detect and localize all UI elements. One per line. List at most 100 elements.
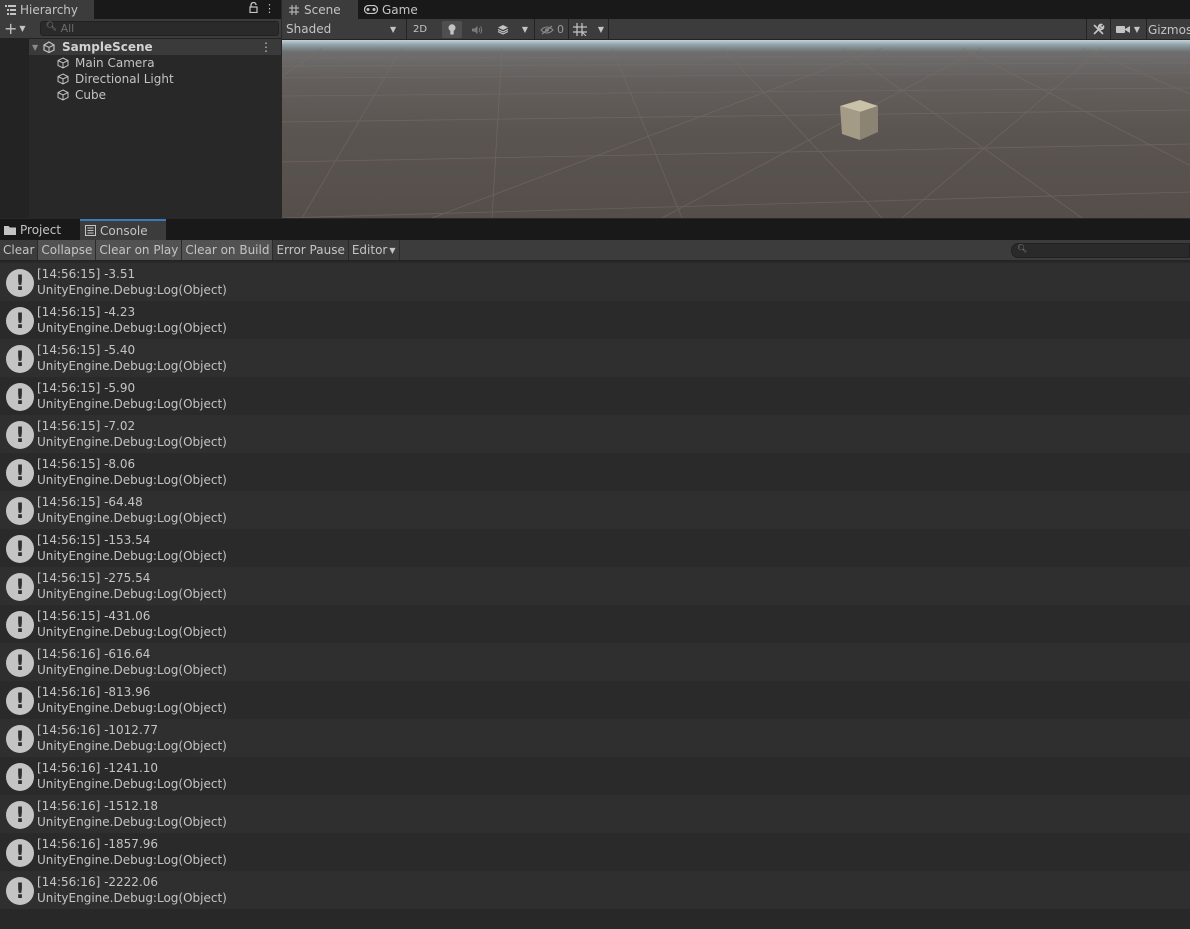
gamepad-icon bbox=[364, 4, 378, 16]
tab-game[interactable]: Game bbox=[358, 0, 430, 19]
clear-on-play-toggle[interactable]: Clear on Play bbox=[96, 240, 183, 260]
log-message: [14:56:16] -1512.18 bbox=[37, 799, 159, 813]
hierarchy-item[interactable]: Cube bbox=[57, 87, 106, 103]
hierarchy-item[interactable]: Directional Light bbox=[57, 71, 174, 87]
log-entry[interactable]: ! [14:56:15] -153.54 UnityEngine.Debug:Log… bbox=[0, 529, 1190, 567]
draw-mode-dropdown[interactable]: Shaded bbox=[286, 22, 331, 36]
log-message: [14:56:15] -64.48 bbox=[37, 495, 143, 509]
camera-settings-button[interactable] bbox=[1115, 21, 1131, 38]
info-exclamation-icon: ! bbox=[6, 877, 34, 905]
error-pause-toggle[interactable]: Error Pause bbox=[273, 240, 349, 260]
log-source: UnityEngine.Debug:Log(Object) bbox=[37, 359, 227, 373]
info-exclamation-icon: ! bbox=[6, 269, 34, 297]
info-exclamation-icon: ! bbox=[6, 839, 34, 867]
tab-hierarchy[interactable]: Hierarchy bbox=[0, 0, 94, 19]
tools-button[interactable] bbox=[1090, 21, 1106, 38]
info-exclamation-icon: ! bbox=[6, 307, 34, 335]
log-source: UnityEngine.Debug:Log(Object) bbox=[37, 435, 227, 449]
console-log-list: ! [14:56:15] -3.51 UnityEngine.Debug:Log(O… bbox=[0, 263, 1190, 909]
log-source: UnityEngine.Debug:Log(Object) bbox=[37, 283, 227, 297]
cube-object[interactable] bbox=[840, 100, 878, 140]
clear-button[interactable]: Clear bbox=[0, 240, 39, 260]
scene-visibility-toggle[interactable]: 0 bbox=[538, 21, 566, 38]
hierarchy-item-label: Cube bbox=[75, 88, 106, 102]
tab-project-label: Project bbox=[20, 222, 62, 237]
log-entry[interactable]: ! [14:56:15] -8.06 UnityEngine.Debug:Log(O… bbox=[0, 453, 1190, 491]
console-panel: Project Console Clear Collapse Clear on … bbox=[0, 219, 1190, 929]
log-message: [14:56:16] -1241.10 bbox=[37, 761, 159, 775]
log-entry[interactable]: ! [14:56:15] -7.02 UnityEngine.Debug:Log(O… bbox=[0, 415, 1190, 453]
chevron-down-icon[interactable]: ▼ bbox=[596, 21, 606, 38]
scene-root-row[interactable]: ▼ SampleScene ⋮ bbox=[29, 39, 281, 55]
log-entry[interactable]: ! [14:56:15] -64.48 UnityEngine.Debug:Log(… bbox=[0, 491, 1190, 529]
log-message: [14:56:15] -5.40 bbox=[37, 343, 136, 357]
log-message: [14:56:15] -4.23 bbox=[37, 305, 136, 319]
audio-toggle-button[interactable] bbox=[468, 21, 486, 38]
gameobject-cube-icon bbox=[57, 57, 69, 69]
hierarchy-item-label: Directional Light bbox=[75, 72, 174, 86]
info-exclamation-icon: ! bbox=[6, 497, 34, 525]
panel-menu-icon[interactable]: ⋮ bbox=[264, 2, 275, 16]
console-search-input[interactable]: 🔍︎ bbox=[1011, 243, 1190, 258]
grid-icon bbox=[573, 23, 587, 36]
scene-grid-icon bbox=[288, 4, 300, 16]
chevron-down-icon[interactable]: ▼ bbox=[390, 25, 396, 34]
log-entry[interactable]: ! [14:56:15] -3.51 UnityEngine.Debug:Log(O… bbox=[0, 263, 1190, 301]
info-exclamation-icon: ! bbox=[6, 421, 34, 449]
scene-viewport[interactable] bbox=[282, 40, 1190, 218]
2d-toggle-button[interactable]: 2D bbox=[408, 21, 432, 38]
tab-scene-label: Scene bbox=[304, 2, 341, 17]
log-entry[interactable]: ! [14:56:16] -616.64 UnityEngine.Debug:Log… bbox=[0, 643, 1190, 681]
log-source: UnityEngine.Debug:Log(Object) bbox=[37, 701, 227, 715]
log-entry[interactable]: ! [14:56:15] -5.40 UnityEngine.Debug:Log(O… bbox=[0, 339, 1190, 377]
camera-icon bbox=[1116, 26, 1130, 33]
log-entry[interactable]: ! [14:56:16] -1857.96 UnityEngine.Debug:Lo… bbox=[0, 833, 1190, 871]
scene-floor-grid bbox=[282, 47, 1190, 218]
tab-project[interactable]: Project bbox=[0, 219, 80, 240]
log-source: UnityEngine.Debug:Log(Object) bbox=[37, 663, 227, 677]
hierarchy-item[interactable]: Main Camera bbox=[57, 55, 155, 71]
lightbulb-icon bbox=[448, 24, 456, 35]
lighting-toggle-button[interactable] bbox=[442, 21, 462, 38]
info-exclamation-icon: ! bbox=[6, 345, 34, 373]
create-add-icon[interactable]: + bbox=[4, 20, 17, 37]
editor-target-dropdown[interactable]: Editor ▼ bbox=[349, 240, 400, 260]
info-exclamation-icon: ! bbox=[6, 649, 34, 677]
scene-toolbar: Shaded ▼ 2D ▼ 0 ▼ ▼ Gizmos bbox=[282, 19, 1190, 40]
log-entry[interactable]: ! [14:56:16] -1512.18 UnityEngine.Debug:Lo… bbox=[0, 795, 1190, 833]
gizmos-button[interactable]: Gizmos bbox=[1148, 21, 1190, 38]
log-source: UnityEngine.Debug:Log(Object) bbox=[37, 739, 227, 753]
editor-target-label: Editor bbox=[351, 243, 388, 257]
log-source: UnityEngine.Debug:Log(Object) bbox=[37, 853, 227, 867]
scene-menu-icon[interactable]: ⋮ bbox=[260, 40, 272, 54]
log-entry[interactable]: ! [14:56:15] -4.23 UnityEngine.Debug:Log(O… bbox=[0, 301, 1190, 339]
log-entry[interactable]: ! [14:56:15] -431.06 UnityEngine.Debug:Log… bbox=[0, 605, 1190, 643]
log-entry[interactable]: ! [14:56:15] -5.90 UnityEngine.Debug:Log(O… bbox=[0, 377, 1190, 415]
log-entry[interactable]: ! [14:56:16] -1241.10 UnityEngine.Debug:Lo… bbox=[0, 757, 1190, 795]
effects-toggle-button[interactable] bbox=[494, 21, 512, 38]
chevron-down-icon[interactable]: ▼ bbox=[19, 24, 25, 33]
tab-console[interactable]: Console bbox=[80, 219, 166, 240]
log-source: UnityEngine.Debug:Log(Object) bbox=[37, 511, 227, 525]
clear-on-build-toggle[interactable]: Clear on Build bbox=[182, 240, 274, 260]
chevron-down-icon[interactable]: ▼ bbox=[520, 21, 530, 38]
unity-scene-icon bbox=[43, 41, 55, 54]
log-entry[interactable]: ! [14:56:15] -275.54 UnityEngine.Debug:Log… bbox=[0, 567, 1190, 605]
log-source: UnityEngine.Debug:Log(Object) bbox=[37, 891, 227, 905]
chevron-down-icon[interactable]: ▼ bbox=[1132, 21, 1142, 38]
search-icon: 🔍︎ bbox=[1017, 244, 1028, 253]
hierarchy-search-input[interactable]: 🔍︎ All bbox=[39, 21, 279, 36]
log-message: [14:56:15] -7.02 bbox=[37, 419, 136, 433]
scene-name: SampleScene bbox=[62, 40, 153, 54]
log-entry[interactable]: ! [14:56:16] -813.96 UnityEngine.Debug:Log… bbox=[0, 681, 1190, 719]
log-entry[interactable]: ! [14:56:16] -2222.06 UnityEngine.Debug:Lo… bbox=[0, 871, 1190, 909]
collapse-toggle[interactable]: Collapse bbox=[38, 240, 97, 260]
log-message: [14:56:16] -813.96 bbox=[37, 685, 151, 699]
log-entry[interactable]: ! [14:56:16] -1012.77 UnityEngine.Debug:Lo… bbox=[0, 719, 1190, 757]
tab-scene[interactable]: Scene bbox=[282, 0, 358, 19]
hierarchy-toolbar: + ▼ 🔍︎ All bbox=[0, 19, 281, 39]
lock-icon[interactable] bbox=[249, 1, 258, 16]
expand-arrow-icon[interactable]: ▼ bbox=[32, 43, 38, 52]
search-placeholder: All bbox=[60, 22, 75, 35]
grid-toggle-button[interactable] bbox=[571, 21, 589, 38]
